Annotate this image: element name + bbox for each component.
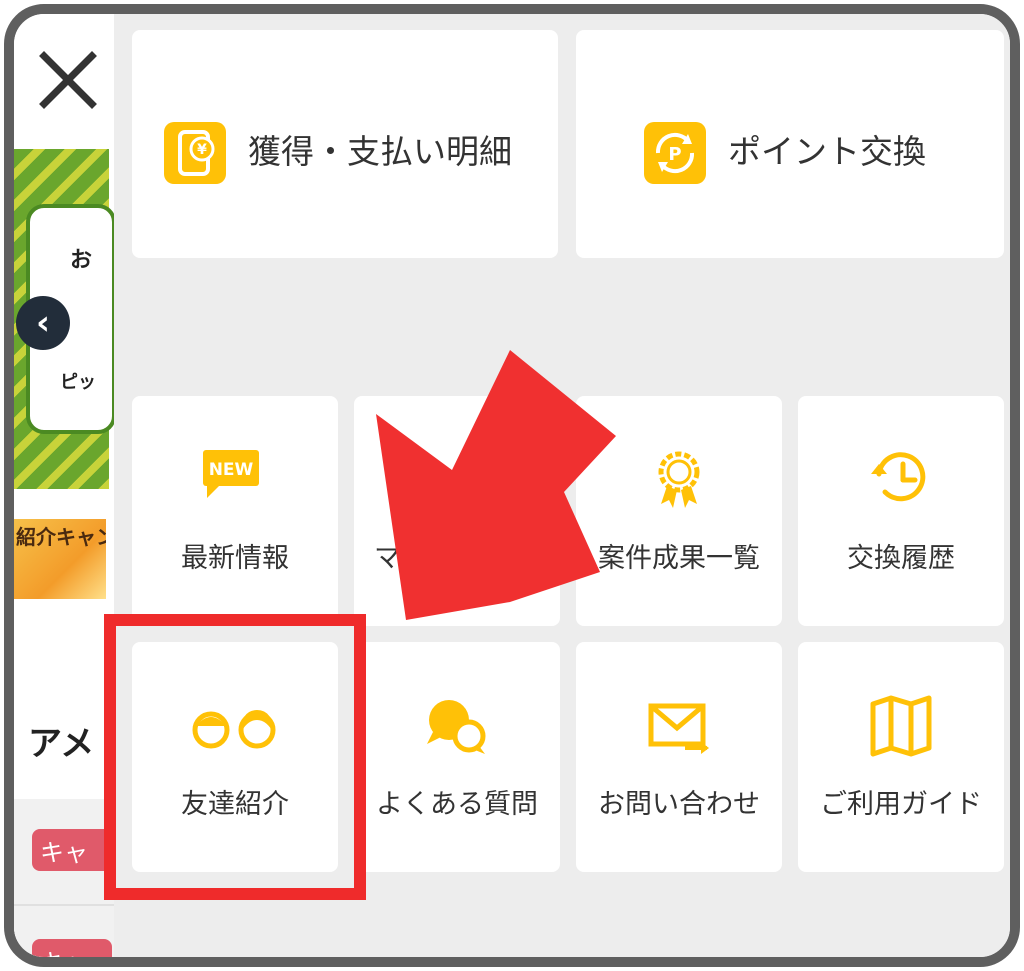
screen-frame: お ピッ ‹ 紹介キャン アメ キャ キャ ¥ 獲得・支払い明細 P ポイント交… <box>4 4 1020 967</box>
yen-wallet-icon: ¥ <box>164 122 226 184</box>
category-tag[interactable]: キャ <box>32 939 112 957</box>
history-clock-icon <box>871 452 926 502</box>
promo-text: 紹介キャン <box>16 525 106 549</box>
chevron-left-icon: ‹ <box>35 303 50 343</box>
menu-item-label: ご利用ガイド <box>820 789 982 820</box>
new-badge-icon: NEW <box>203 450 259 498</box>
faq-chat-icon <box>427 700 486 754</box>
promo-banner[interactable]: 紹介キャン <box>14 519 106 599</box>
menu-item-label: ポイント交換 <box>728 132 926 171</box>
close-button[interactable] <box>34 44 104 114</box>
menu-item-faq[interactable]: よくある質問 <box>354 642 560 872</box>
menu-item-contact[interactable]: お問い合わせ <box>576 642 782 872</box>
svg-text:P: P <box>668 144 681 165</box>
menu-item-point-exchange[interactable]: P ポイント交換 <box>576 30 1004 258</box>
menu-item-label: お問い合わせ <box>598 789 760 820</box>
menu-item-news[interactable]: NEW 最新情報 <box>132 396 338 626</box>
menu-item-exchange-history[interactable]: 交換履歴 <box>798 396 1004 626</box>
svg-text:¥: ¥ <box>197 142 207 158</box>
category-tag[interactable]: キャ <box>32 829 112 871</box>
svg-text:NEW: NEW <box>209 460 254 480</box>
banner-text: ピッ <box>60 372 96 393</box>
divider <box>14 904 124 906</box>
annotation-arrow <box>376 350 616 620</box>
section-heading: アメ <box>28 724 95 764</box>
mail-send-icon <box>648 703 709 754</box>
close-icon <box>39 51 97 109</box>
menu-item-guide[interactable]: ご利用ガイド <box>798 642 1004 872</box>
banner-prev-button[interactable]: ‹ <box>16 296 70 350</box>
annotation-highlight-box <box>104 614 366 900</box>
menu-item-label: 交換履歴 <box>847 543 955 574</box>
menu-item-label: 最新情報 <box>181 543 289 574</box>
point-exchange-icon: P <box>644 122 706 184</box>
menu-item-label: 獲得・支払い明細 <box>248 132 512 171</box>
menu-item-statement[interactable]: ¥ 獲得・支払い明細 <box>132 30 558 258</box>
banner-text: お <box>70 248 93 273</box>
menu-item-label: よくある質問 <box>376 789 538 820</box>
guide-map-icon <box>870 695 932 757</box>
